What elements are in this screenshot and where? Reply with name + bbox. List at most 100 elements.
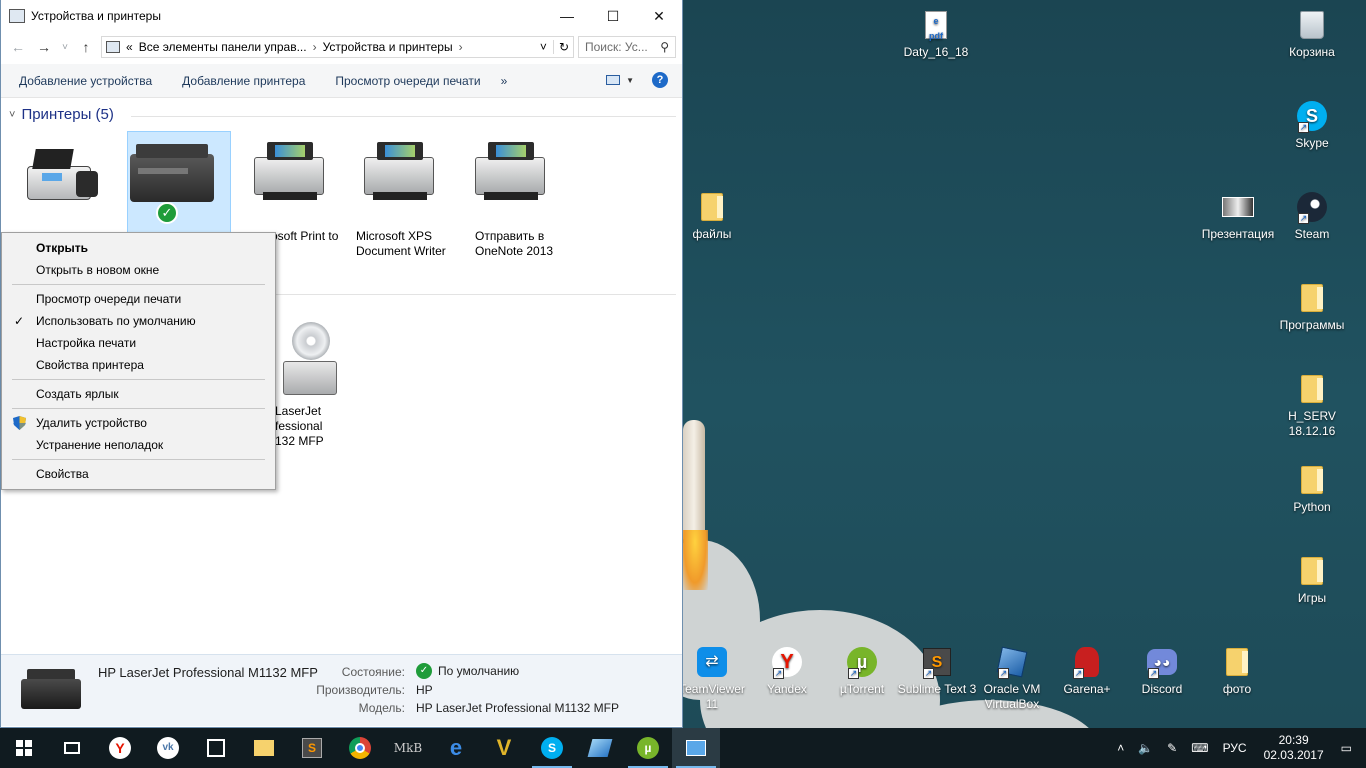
desktop-icon-steam[interactable]: ↗ Steam — [1272, 190, 1352, 242]
breadcrumb-separator[interactable]: › — [459, 40, 463, 54]
folder-icon — [1301, 466, 1323, 494]
device-xps-writer[interactable]: Microsoft XPS Document Writer — [355, 132, 459, 258]
title-bar[interactable]: Устройства и принтеры — ☐ ✕ — [1, 0, 682, 32]
taskbar-yandex[interactable]: Y — [96, 728, 144, 768]
desktop-icon-hserv[interactable]: H_SERV 18.12.16 — [1272, 372, 1352, 439]
selected-printer-thumbnail — [21, 667, 81, 711]
shortcut-arrow-icon: ↗ — [848, 668, 859, 679]
group-title: Принтеры (5) — [21, 106, 114, 123]
menu-item-print-settings[interactable]: Настройка печати — [2, 332, 275, 354]
device-label: osoft Print to — [271, 229, 339, 243]
desktop-icon-presentation[interactable]: Презентация — [1198, 190, 1278, 242]
details-state-label: Состояние: — [341, 665, 405, 679]
desktop-icon-games[interactable]: Игры — [1272, 554, 1352, 606]
desktop-icon-yandex[interactable]: Y ↗ Yandex — [747, 645, 827, 697]
menu-item-remove-device[interactable]: Удалить устройство — [2, 412, 275, 434]
menu-item-set-default[interactable]: ✓ Использовать по умолчанию — [2, 310, 275, 332]
taskbar-vm[interactable] — [576, 728, 624, 768]
menu-item-printer-properties[interactable]: Свойства принтера — [2, 354, 275, 376]
minimize-button[interactable]: — — [544, 0, 590, 32]
details-model-label: Модель: — [358, 701, 405, 715]
menu-item-properties[interactable]: Свойства — [2, 463, 275, 485]
add-printer-button[interactable]: Добавление принтера — [182, 74, 305, 88]
default-check-icon: ✓ — [156, 202, 178, 224]
add-device-button[interactable]: Добавление устройства — [19, 74, 152, 88]
taskbar-mkb[interactable]: MkB — [384, 728, 432, 768]
breadcrumb-control-panel[interactable]: Все элементы панели управ... — [139, 40, 307, 54]
search-input[interactable]: Поиск: Ус... ⚲ — [578, 36, 676, 58]
desktop-icon-teamviewer[interactable]: ⇄ TeamViewer 11 — [672, 645, 752, 712]
details-maker-value: HP — [416, 683, 433, 697]
context-menu: Открыть Открыть в новом окне Просмотр оч… — [1, 232, 276, 490]
device-hp-laserjet-mfp[interactable]: LaserJet fessional 132 MFP — [261, 316, 365, 448]
taskbar-devices-printers[interactable] — [672, 728, 720, 768]
menu-item-troubleshoot[interactable]: Устранение неполадок — [2, 434, 275, 456]
print-queue-button[interactable]: Просмотр очереди печати — [335, 74, 480, 88]
desktop-icon-label: Oracle VM VirtualBox — [983, 682, 1041, 711]
shortcut-arrow-icon: ↗ — [1073, 668, 1084, 679]
desktop-icon-daty[interactable]: e pdf Daty_16_18 — [896, 8, 976, 60]
more-commands-button[interactable]: » — [501, 74, 508, 88]
recent-locations-button[interactable]: ˅ — [59, 36, 71, 58]
desktop-icon-sublime[interactable]: S ↗ Sublime Text 3 — [897, 645, 977, 697]
show-hidden-icons-button[interactable]: ˄ — [1110, 741, 1131, 755]
taskbar-chrome[interactable] — [336, 728, 384, 768]
taskbar: Y vk S MkB e V S µ ˄ 🔈 ✎ ⌨ РУС 20:39 02.… — [0, 728, 1366, 768]
volume-icon[interactable]: 🔈 — [1131, 741, 1160, 755]
taskbar-store[interactable] — [192, 728, 240, 768]
desktop-icon-utorrent[interactable]: µ ↗ µTorrent — [822, 645, 902, 697]
taskbar-explorer[interactable] — [240, 728, 288, 768]
address-dropdown-button[interactable]: ˅ — [540, 40, 547, 54]
command-bar: Добавление устройства Добавление принтер… — [1, 64, 682, 98]
input-language-indicator[interactable]: РУС — [1216, 741, 1254, 755]
up-button[interactable]: ↑ — [75, 36, 97, 58]
shortcut-arrow-icon: ↗ — [1298, 213, 1309, 224]
refresh-button[interactable]: ↻ — [552, 40, 569, 54]
menu-item-open[interactable]: Открыть — [2, 237, 275, 259]
device-print-to-pdf[interactable]: osoft Print to — [245, 132, 349, 243]
printers-group-header[interactable]: ˅ Принтеры (5) — [9, 106, 114, 123]
menu-item-create-shortcut[interactable]: Создать ярлык — [2, 383, 275, 405]
device-fax[interactable] — [15, 132, 119, 228]
menu-item-label: Использовать по умолчанию — [36, 314, 196, 328]
menu-item-print-queue[interactable]: Просмотр очереди печати — [2, 288, 275, 310]
printer-icon — [245, 132, 333, 220]
help-button[interactable]: ? — [652, 72, 668, 88]
desktop-icon-programs[interactable]: Программы — [1272, 281, 1352, 333]
breadcrumb-devices-printers[interactable]: Устройства и принтеры — [323, 40, 453, 54]
pen-icon[interactable]: ✎ — [1160, 741, 1184, 755]
desktop-icon-skype[interactable]: S ↗ Skype — [1272, 99, 1352, 151]
desktop-icon-discord[interactable]: ◕◕ ↗ Discord — [1122, 645, 1202, 697]
back-button[interactable]: ← — [7, 36, 29, 58]
taskbar-sublime[interactable]: S — [288, 728, 336, 768]
menu-item-open-new-window[interactable]: Открыть в новом окне — [2, 259, 275, 281]
start-button[interactable] — [0, 728, 48, 768]
desktop-icon-files[interactable]: файлы — [672, 190, 752, 242]
forward-button[interactable]: → — [33, 36, 55, 58]
close-button[interactable]: ✕ — [636, 0, 682, 32]
clock[interactable]: 20:39 02.03.2017 — [1254, 733, 1334, 763]
address-bar[interactable]: « Все элементы панели управ... › Устройс… — [101, 36, 574, 58]
taskbar-edge[interactable]: e — [432, 728, 480, 768]
desktop-icon-python[interactable]: Python — [1272, 463, 1352, 515]
maximize-button[interactable]: ☐ — [590, 0, 636, 32]
keyboard-icon[interactable]: ⌨ — [1184, 741, 1215, 755]
breadcrumb-separator[interactable]: › — [313, 40, 317, 54]
taskbar-vk[interactable]: vk — [144, 728, 192, 768]
chevron-down-icon: ▼ — [626, 75, 634, 85]
device-hp-laserjet[interactable]: ✓ — [127, 131, 231, 235]
desktop-icon-label: Sublime Text 3 — [897, 682, 977, 696]
action-center-icon[interactable]: ▭ — [1334, 741, 1366, 755]
task-view-button[interactable] — [48, 728, 96, 768]
desktop-icon-trash[interactable]: Корзина — [1272, 8, 1352, 60]
taskbar-vivaldi[interactable]: V — [480, 728, 528, 768]
taskbar-utorrent[interactable]: µ — [624, 728, 672, 768]
desktop-icon-photo[interactable]: фото — [1197, 645, 1277, 697]
breadcrumb-overflow[interactable]: « — [126, 40, 133, 54]
taskbar-skype[interactable]: S — [528, 728, 576, 768]
desktop-icon-virtualbox[interactable]: ↗ Oracle VM VirtualBox — [972, 645, 1052, 712]
view-options-button[interactable]: ▼ — [606, 75, 634, 85]
device-label: Отправить в OneNote 2013 — [475, 229, 554, 258]
device-onenote[interactable]: Отправить в OneNote 2013 — [466, 132, 570, 258]
desktop-icon-garena[interactable]: ↗ Garena+ — [1047, 645, 1127, 697]
